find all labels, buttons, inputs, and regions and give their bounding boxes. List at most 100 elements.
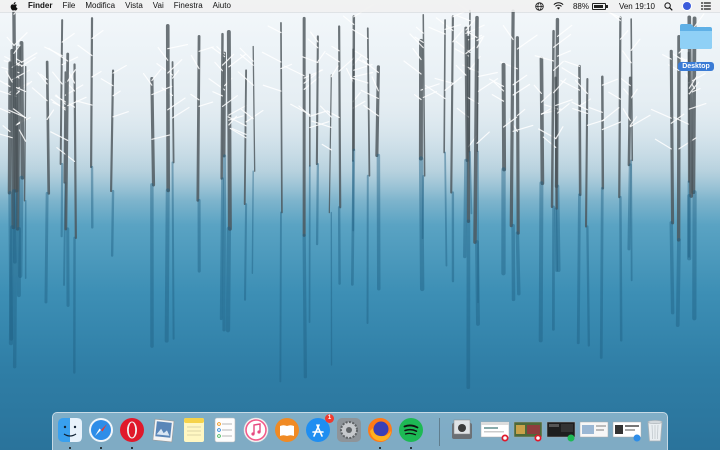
menu-edit[interactable]: Modifica — [85, 0, 115, 12]
wallpaper-tree-reflection — [171, 161, 175, 340]
menu-help[interactable]: Aiuto — [213, 0, 231, 12]
dock-divider — [439, 418, 440, 446]
spotify-icon[interactable] — [398, 417, 424, 449]
wallpaper-tree-reflection — [219, 177, 224, 321]
wallpaper-tree — [584, 78, 589, 228]
wallpaper-tree-reflection — [302, 233, 308, 379]
downloads-stack-icon[interactable] — [449, 417, 475, 443]
wallpaper-tree-reflection — [463, 158, 468, 259]
wallpaper-tree — [64, 52, 70, 231]
desktop-folder[interactable]: Desktop — [676, 22, 716, 73]
minimized-window-opera-2[interactable] — [513, 417, 543, 443]
wallpaper-tree — [464, 26, 469, 162]
wallpaper-tree — [7, 61, 12, 195]
wallpaper-tree-reflection — [60, 162, 64, 238]
wallpaper-tree-reflection — [675, 237, 681, 328]
wallpaper-tree — [90, 17, 94, 169]
notes-icon[interactable] — [181, 417, 207, 443]
folder-icon[interactable] — [679, 22, 713, 50]
wallpaper-tree — [515, 36, 520, 235]
dock: 1 — [52, 412, 668, 450]
wallpaper-tree-reflection — [44, 191, 49, 304]
menu-window[interactable]: Finestra — [174, 0, 203, 12]
wallpaper-tree-reflection — [475, 240, 480, 326]
menu-file[interactable]: File — [62, 0, 75, 12]
wallpaper-tree — [45, 60, 51, 195]
minimized-window-spotify[interactable] — [546, 417, 576, 443]
notification-center-icon[interactable] — [701, 2, 711, 10]
wallpaper-tree-reflection — [315, 162, 320, 246]
wallpaper-tree-reflection — [225, 226, 232, 333]
wallpaper-tree — [509, 9, 515, 228]
wallpaper-tree-reflection — [222, 154, 227, 332]
wallpaper-tree-reflection — [279, 211, 282, 383]
wallpaper-tree — [196, 35, 201, 202]
wallpaper-tree-reflection — [12, 189, 17, 264]
minimized-window-safari[interactable] — [612, 417, 642, 443]
wallpaper-tree — [19, 40, 25, 180]
wallpaper-tree-reflection — [515, 231, 521, 296]
user-avatar-icon[interactable] — [682, 1, 692, 11]
wallpaper-tree — [539, 56, 545, 186]
itunes-icon[interactable] — [243, 417, 269, 443]
wallpaper-tree — [669, 49, 675, 225]
opera-icon[interactable] — [119, 417, 145, 449]
firefox-icon[interactable] — [367, 417, 393, 449]
wallpaper-tree-reflection — [627, 163, 632, 251]
wallpaper-tree-reflection — [538, 181, 544, 343]
battery-icon[interactable] — [591, 2, 608, 10]
wifi-icon[interactable] — [553, 2, 564, 10]
wallpaper-tree — [375, 65, 380, 158]
wallpaper-tree-reflection — [421, 175, 425, 240]
wallpaper-tree — [226, 30, 232, 231]
wallpaper-tree-reflection — [554, 207, 558, 272]
spotlight-search-icon[interactable] — [664, 1, 673, 11]
wallpaper-tree — [443, 19, 446, 154]
notification-badge: 1 — [325, 414, 334, 423]
safari-icon[interactable] — [88, 417, 114, 449]
wallpaper-tree — [473, 15, 479, 244]
running-indicator — [100, 447, 102, 449]
wallpaper-tree-reflection — [110, 189, 115, 257]
running-indicator — [69, 447, 71, 449]
system-preferences-icon[interactable] — [336, 417, 362, 443]
globe-icon[interactable] — [535, 1, 544, 11]
minimized-window-opera-1[interactable] — [480, 417, 510, 443]
wallpaper-tree-reflection — [164, 188, 170, 343]
wallpaper-tree-reflection — [18, 175, 24, 279]
wallpaper-tree-reflection — [251, 170, 254, 274]
wallpaper-tree — [280, 22, 283, 214]
running-indicator — [379, 447, 381, 449]
battery-percent[interactable]: 88% — [573, 2, 589, 11]
wallpaper-tree — [618, 16, 622, 199]
wallpaper-tree — [501, 62, 507, 172]
clock[interactable]: Ven 19:10 — [619, 2, 655, 11]
desktop-folder-label: Desktop — [678, 62, 714, 71]
wallpaper-tree — [627, 76, 632, 167]
wallpaper-tree — [550, 29, 555, 209]
finder-icon[interactable] — [57, 417, 83, 449]
wallpaper-tree-reflection — [350, 148, 356, 286]
wallpaper-tree-reflection — [243, 203, 248, 301]
wallpaper-tree — [315, 35, 319, 166]
wallpaper-tree-reflection — [619, 195, 623, 342]
app-store-icon[interactable]: 1 — [305, 414, 334, 443]
trash-icon[interactable] — [642, 417, 668, 443]
menu-go[interactable]: Vai — [153, 0, 164, 12]
running-indicator — [410, 447, 412, 449]
wallpaper-tree — [12, 10, 18, 193]
desktop-wallpaper — [0, 0, 720, 390]
app-menu-finder[interactable]: Finder — [28, 0, 52, 12]
ibooks-icon[interactable] — [274, 417, 300, 443]
wallpaper-tree-reflection — [586, 225, 590, 347]
menu-bar: Finder File Modifica Vista Vai Finestra … — [0, 0, 720, 12]
wallpaper-tree-reflection — [576, 193, 581, 345]
wallpaper-tree-reflection — [669, 221, 675, 315]
apple-logo-icon[interactable] — [10, 1, 18, 11]
running-indicator — [131, 447, 133, 449]
wallpaper-tree — [601, 75, 605, 190]
reminders-icon[interactable] — [212, 417, 238, 443]
minimized-window-preview[interactable] — [579, 417, 609, 443]
preview-icon[interactable] — [150, 417, 176, 443]
menu-view[interactable]: Vista — [125, 0, 143, 12]
